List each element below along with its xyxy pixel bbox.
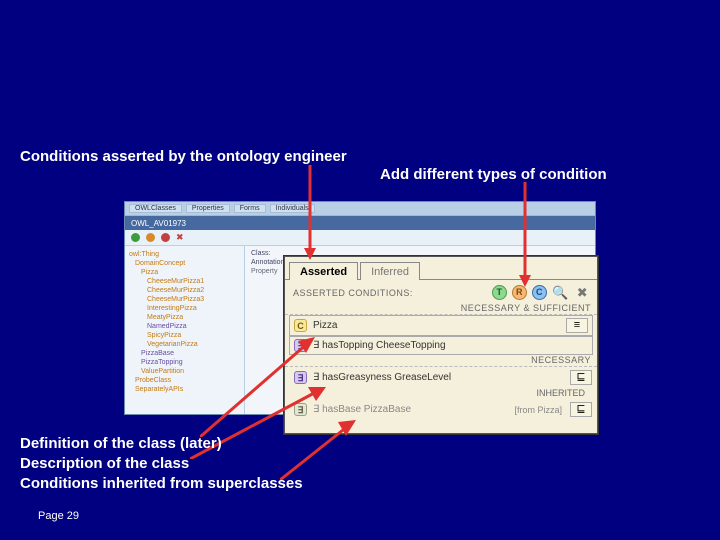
caption-definition: Definition of the class (later)	[20, 434, 303, 454]
tab-owlclasses[interactable]: OWLClasses	[129, 204, 182, 213]
add-expression-icon[interactable]: C	[532, 285, 547, 300]
section-necessary: NECESSARY	[285, 355, 597, 367]
cond-text: ∃ hasBase PizzaBase	[313, 404, 510, 415]
tree-item[interactable]: CheeseMurPizza1	[129, 277, 240, 286]
tab-forms[interactable]: Forms	[234, 204, 266, 213]
row-pizza[interactable]: C Pizza ≡	[289, 315, 593, 336]
inherited-from: [from Pizza]	[514, 405, 562, 415]
protege-title: OWL_AV01973	[131, 219, 186, 228]
protege-title-bar: OWL_AV01973	[125, 216, 595, 230]
magnifier-icon[interactable]: 🔍	[552, 284, 569, 301]
close-icon[interactable]: ✖	[176, 232, 184, 243]
exists-badge-icon: ∃	[294, 339, 307, 352]
cond-text: Pizza	[313, 320, 562, 331]
subclass-symbol: ⊑	[570, 402, 592, 417]
protege-action-row: ✖	[125, 230, 595, 246]
tab-inferred[interactable]: Inferred	[360, 262, 420, 280]
exists-badge-icon: ∃	[294, 403, 307, 416]
cond-text: ∃ hasGreasyness GreaseLevel	[313, 372, 566, 383]
delete-class-icon[interactable]	[161, 233, 170, 242]
tab-asserted[interactable]: Asserted	[289, 262, 358, 280]
class-badge-icon: C	[294, 319, 307, 332]
tree-item[interactable]: SeparatelyAPIs	[129, 385, 240, 394]
conditions-tabs: Asserted Inferred	[285, 257, 597, 279]
row-has-topping[interactable]: ∃ ∃ hasTopping CheeseTopping	[289, 336, 593, 355]
add-restriction-icon[interactable]: R	[512, 285, 527, 300]
add-sibling-icon[interactable]	[146, 233, 155, 242]
tree-item[interactable]: CheeseMurPizza2	[129, 286, 240, 295]
slide: Conditions asserted by the ontology engi…	[0, 0, 720, 540]
exists-badge-icon: ∃	[294, 371, 307, 384]
class-tree[interactable]: owl:Thing DomainConcept Pizza CheeseMurP…	[125, 246, 245, 414]
tree-item[interactable]: NamedPizza	[129, 322, 240, 331]
tab-individuals[interactable]: Individuals	[270, 204, 315, 213]
tree-item[interactable]: PizzaBase	[129, 349, 240, 358]
caption-conditions-asserted: Conditions asserted by the ontology engi…	[20, 148, 347, 165]
caption-add-types: Add different types of condition	[380, 166, 607, 183]
page-number: Page 29	[38, 510, 79, 522]
protege-top-tabs: OWLClasses Properties Forms Individuals	[125, 202, 595, 216]
tree-item[interactable]: DomainConcept	[129, 259, 240, 268]
delete-condition-icon[interactable]: ✖	[574, 284, 591, 301]
conditions-header: ASSERTED CONDITIONS: T R C 🔍 ✖	[285, 280, 597, 303]
equiv-symbol: ≡	[566, 318, 588, 333]
section-inherited: INHERITED	[536, 388, 585, 398]
row-has-base[interactable]: ∃ ∃ hasBase PizzaBase [from Pizza] ⊑	[285, 399, 597, 420]
cond-text: ∃ hasTopping CheeseTopping	[313, 340, 588, 351]
tree-item[interactable]: MeatyPizza	[129, 313, 240, 322]
row-has-greasyness[interactable]: ∃ ∃ hasGreasyness GreaseLevel ⊑	[285, 367, 597, 388]
tree-item[interactable]: CheeseMurPizza3	[129, 295, 240, 304]
add-class-icon[interactable]	[131, 233, 140, 242]
col-property: Property	[251, 268, 277, 275]
tree-item[interactable]: ProbeClass	[129, 376, 240, 385]
add-named-class-icon[interactable]: T	[492, 285, 507, 300]
tree-item[interactable]: SpicyPizza	[129, 331, 240, 340]
section-necessary-sufficient: NECESSARY & SUFFICIENT	[285, 303, 597, 315]
tree-item[interactable]: Pizza	[129, 268, 240, 277]
tree-item[interactable]: PizzaTopping	[129, 358, 240, 367]
tree-item[interactable]: owl:Thing	[129, 250, 240, 259]
conditions-panel: Asserted Inferred ASSERTED CONDITIONS: T…	[284, 256, 598, 434]
tree-item[interactable]: InterestingPizza	[129, 304, 240, 313]
caption-description: Description of the class	[20, 454, 303, 474]
asserted-conditions-label: ASSERTED CONDITIONS:	[293, 288, 413, 298]
subclass-symbol: ⊑	[570, 370, 592, 385]
tree-item[interactable]: ValuePartition	[129, 367, 240, 376]
caption-bottom-group: Definition of the class (later) Descript…	[20, 434, 303, 494]
caption-inherited: Conditions inherited from superclasses	[20, 474, 303, 494]
tab-properties[interactable]: Properties	[186, 204, 230, 213]
tree-item[interactable]: VegetarianPizza	[129, 340, 240, 349]
